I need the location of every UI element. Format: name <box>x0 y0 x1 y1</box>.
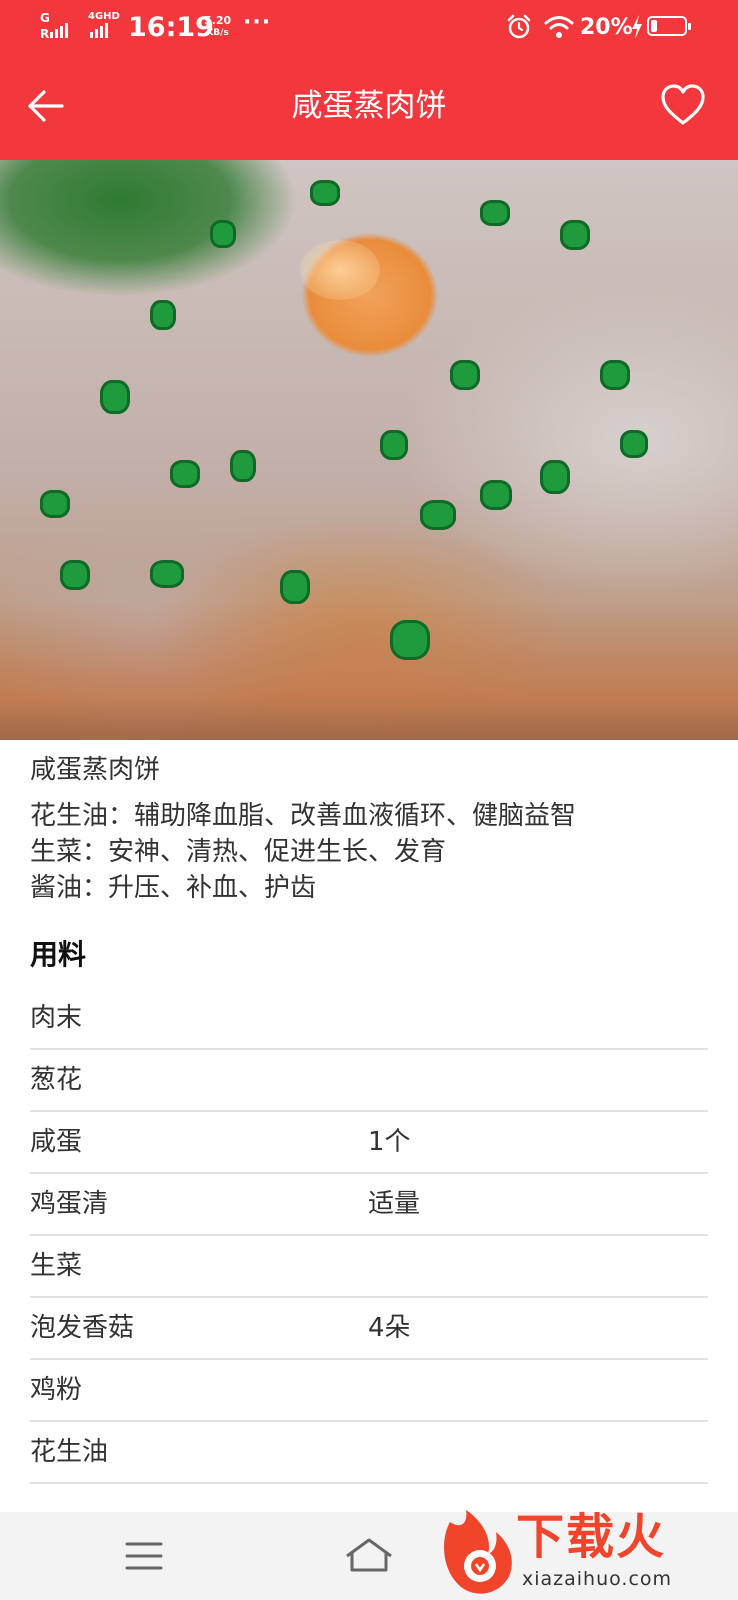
heart-outline-icon[interactable] <box>660 84 706 126</box>
scallion-piece <box>230 450 256 482</box>
charging-icon <box>632 15 642 39</box>
network-4g-label: 4GHD <box>88 11 120 22</box>
speed-value: 5.20 <box>204 14 232 27</box>
benefit-line: 花生油：辅助降血脂、改善血液循环、健脑益智 <box>30 801 577 831</box>
more-notifications: ··· <box>243 10 272 35</box>
watermark-text: 下载火 <box>516 1509 667 1565</box>
clock: 16:19 <box>128 12 214 43</box>
home-icon[interactable] <box>344 1536 394 1574</box>
scallion-piece <box>380 430 408 460</box>
egg-yolk-highlight <box>300 240 380 300</box>
ingredient-row: 鸡粉 <box>30 1360 708 1422</box>
ingredient-row: 鸡蛋清 适量 <box>30 1174 708 1236</box>
menu-icon[interactable] <box>124 1540 164 1572</box>
ingredient-row: 泡发香菇 4朵 <box>30 1298 708 1360</box>
watermark-url: xiazaihuo.com <box>522 1568 673 1590</box>
speed-unit: KB/s <box>206 28 229 38</box>
ingredient-name: 生菜 <box>30 1251 83 1281</box>
scallion-piece <box>420 500 456 530</box>
ingredient-row: 肉末 <box>30 988 708 1050</box>
scallion-piece <box>170 460 200 488</box>
scallion-piece <box>480 480 512 510</box>
scallion-piece <box>100 380 130 414</box>
battery-percent: 20% <box>580 15 633 40</box>
benefit-line: 生菜：安神、清热、促进生长、发育 <box>30 837 447 867</box>
app-bar: 咸蛋蒸肉饼 <box>0 56 738 160</box>
ingredient-row: 生菜 <box>30 1236 708 1298</box>
ingredient-row: 花生油 <box>30 1422 708 1484</box>
alarm-icon <box>507 14 531 39</box>
scallion-piece <box>150 560 184 588</box>
ingredient-row: 咸蛋 1个 <box>30 1112 708 1174</box>
network-type-top: G <box>40 11 50 25</box>
ingredient-qty: 适量 <box>368 1189 421 1219</box>
ingredient-name: 咸蛋 <box>30 1127 83 1157</box>
scallion-piece <box>540 460 570 494</box>
sauce-layer <box>0 600 738 740</box>
scallion-piece <box>40 490 70 518</box>
benefits-list: 花生油：辅助降血脂、改善血液循环、健脑益智 生菜：安神、清热、促进生长、发育 酱… <box>30 798 576 906</box>
network-type-bottom: R <box>40 27 50 41</box>
ingredient-qty: 4朵 <box>368 1313 411 1343</box>
scallion-piece <box>480 200 510 226</box>
signal-bars-2-icon <box>90 23 108 38</box>
scallion-piece <box>150 300 176 330</box>
flame-logo-icon <box>444 1510 512 1594</box>
network-speed: 5.20 KB/s <box>204 14 231 40</box>
ingredient-name: 花生油 <box>30 1437 109 1467</box>
scallion-piece <box>210 220 236 248</box>
ingredient-name: 泡发香菇 <box>30 1313 135 1343</box>
scallion-piece <box>560 220 590 250</box>
scallion-piece <box>450 360 480 390</box>
scallion-piece <box>620 430 648 458</box>
signal-bars-1-icon <box>50 23 68 38</box>
watermark-logo: 下载火 xiazaihuo.com <box>436 1504 738 1600</box>
ingredients-heading: 用料 <box>30 938 87 971</box>
ingredient-name: 葱花 <box>30 1065 83 1095</box>
scallion-piece <box>60 560 90 590</box>
recipe-name: 咸蛋蒸肉饼 <box>30 755 161 785</box>
ingredient-qty: 1个 <box>368 1127 411 1157</box>
scallion-piece <box>390 620 430 660</box>
benefit-line: 酱油：升压、补血、护齿 <box>30 873 317 903</box>
recipe-photo <box>0 160 738 740</box>
battery-icon <box>647 16 691 36</box>
scallion-piece <box>310 180 340 206</box>
ingredient-name: 肉末 <box>30 1003 83 1033</box>
status-bar: G R 4GHD 16:19 5.20 KB/s ··· 20% <box>0 0 738 56</box>
battery-fill <box>651 20 657 32</box>
ingredient-name: 鸡粉 <box>30 1375 83 1405</box>
ingredient-name: 鸡蛋清 <box>30 1189 109 1219</box>
signal-indicator: G R 4GHD <box>38 11 120 46</box>
page-title: 咸蛋蒸肉饼 <box>291 88 447 124</box>
ingredient-row: 葱花 <box>30 1050 708 1112</box>
scallion-piece <box>600 360 630 390</box>
top-bar: G R 4GHD 16:19 5.20 KB/s ··· 20% 咸蛋蒸肉饼 <box>0 0 738 160</box>
scallion-piece <box>280 570 310 604</box>
ingredients-table: 肉末 葱花 咸蛋 1个 鸡蛋清 适量 生菜 泡发香菇 4朵 鸡粉 花生油 <box>30 988 708 1484</box>
wifi-icon <box>544 16 574 38</box>
